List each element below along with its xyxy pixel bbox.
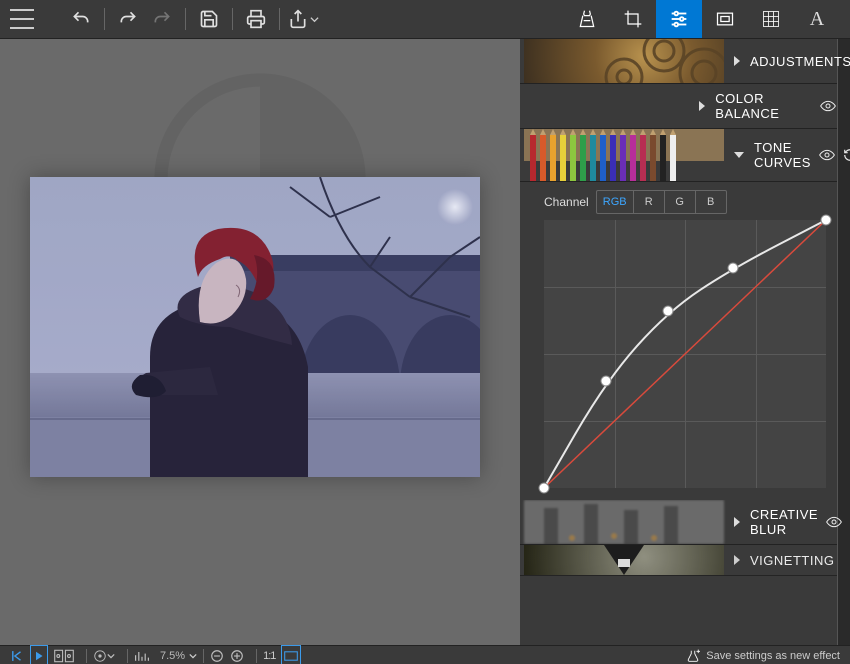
curve-svg (544, 220, 826, 488)
bottom-bar: 7.5% 1:1 Save settings as new effect (0, 645, 850, 664)
develop-tool-icon[interactable] (564, 0, 610, 38)
expand-icon (699, 101, 705, 111)
frame-tool-icon[interactable] (702, 0, 748, 38)
channel-b-button[interactable]: B (695, 190, 727, 214)
crop-tool-icon[interactable] (610, 0, 656, 38)
separator (232, 8, 233, 30)
tonecurves-body: Channel RGB R G B (520, 182, 850, 500)
canvas-area[interactable] (0, 39, 520, 645)
top-toolbar: A (0, 0, 850, 39)
channel-rgb-button[interactable]: RGB (596, 190, 634, 214)
fit-1-1-button[interactable]: 1:1 (263, 646, 275, 664)
separator (127, 649, 128, 663)
curve-point[interactable] (727, 263, 738, 274)
right-tool-tabs: A (564, 0, 840, 38)
curve-point[interactable] (539, 483, 550, 494)
redo-button[interactable] (111, 2, 145, 36)
separator (185, 8, 186, 30)
compare-icon[interactable] (54, 646, 74, 664)
expand-icon (734, 56, 740, 66)
eye-icon[interactable] (819, 149, 835, 161)
channel-label: Channel (544, 195, 589, 209)
eye-icon[interactable] (826, 516, 842, 528)
channel-g-button[interactable]: G (664, 190, 696, 214)
save-settings-area[interactable]: Save settings as new effect (686, 649, 840, 663)
share-button[interactable] (286, 2, 320, 36)
save-settings-label: Save settings as new effect (706, 650, 840, 662)
text-tool-icon[interactable]: A (794, 0, 840, 38)
panel-title: CREATIVE BLUR (750, 507, 818, 537)
separator (279, 8, 280, 30)
expand-icon (734, 555, 740, 565)
redo-all-button[interactable] (145, 2, 179, 36)
undo-button[interactable] (64, 2, 98, 36)
channel-selector: Channel RGB R G B (544, 190, 832, 214)
main-area: ADJUSTMENTS COLOR BALANCE (0, 39, 850, 645)
separator (104, 8, 105, 30)
zoom-value[interactable]: 7.5% (160, 650, 185, 662)
curve-point[interactable] (821, 215, 832, 226)
panel-title: ADJUSTMENTS (750, 54, 850, 69)
reset-icon[interactable] (843, 148, 850, 162)
separator (86, 649, 87, 663)
first-image-button[interactable] (10, 646, 24, 664)
photo-preview[interactable] (30, 177, 480, 477)
separator (203, 649, 204, 663)
separator (256, 649, 257, 663)
curve-editor[interactable] (544, 220, 826, 488)
expand-icon (734, 517, 740, 527)
panel-vignetting[interactable]: VIGNETTING (520, 545, 850, 576)
channel-r-button[interactable]: R (633, 190, 665, 214)
save-button[interactable] (192, 2, 226, 36)
print-button[interactable] (239, 2, 273, 36)
texture-tool-icon[interactable] (748, 0, 794, 38)
curve-point[interactable] (663, 306, 674, 317)
zoom-in-button[interactable] (230, 646, 244, 664)
histogram-icon[interactable] (134, 646, 150, 664)
collapse-icon (734, 152, 744, 158)
hamburger-menu-icon[interactable] (10, 9, 34, 29)
zoom-out-button[interactable] (210, 646, 224, 664)
panel-title: VIGNETTING (750, 553, 834, 568)
panel-creativeblur[interactable]: CREATIVE BLUR (520, 500, 850, 545)
fit-screen-button[interactable] (281, 645, 301, 664)
panel-title: COLOR BALANCE (715, 91, 812, 121)
sliders-tool-icon[interactable] (656, 0, 702, 38)
flask-add-icon (686, 649, 700, 663)
curve-point[interactable] (601, 375, 612, 386)
eye-icon[interactable] (820, 100, 836, 112)
panel-title: TONE CURVES (754, 140, 811, 170)
panel-tonecurves[interactable]: TONE CURVES (520, 129, 850, 182)
panel-colorbalance[interactable]: COLOR BALANCE (520, 84, 850, 129)
panel-adjustments[interactable]: ADJUSTMENTS (520, 39, 850, 84)
target-icon[interactable] (93, 646, 115, 664)
zoom-dropdown-icon[interactable] (189, 652, 197, 660)
side-panel: ADJUSTMENTS COLOR BALANCE (520, 39, 850, 645)
play-button[interactable] (30, 645, 48, 664)
